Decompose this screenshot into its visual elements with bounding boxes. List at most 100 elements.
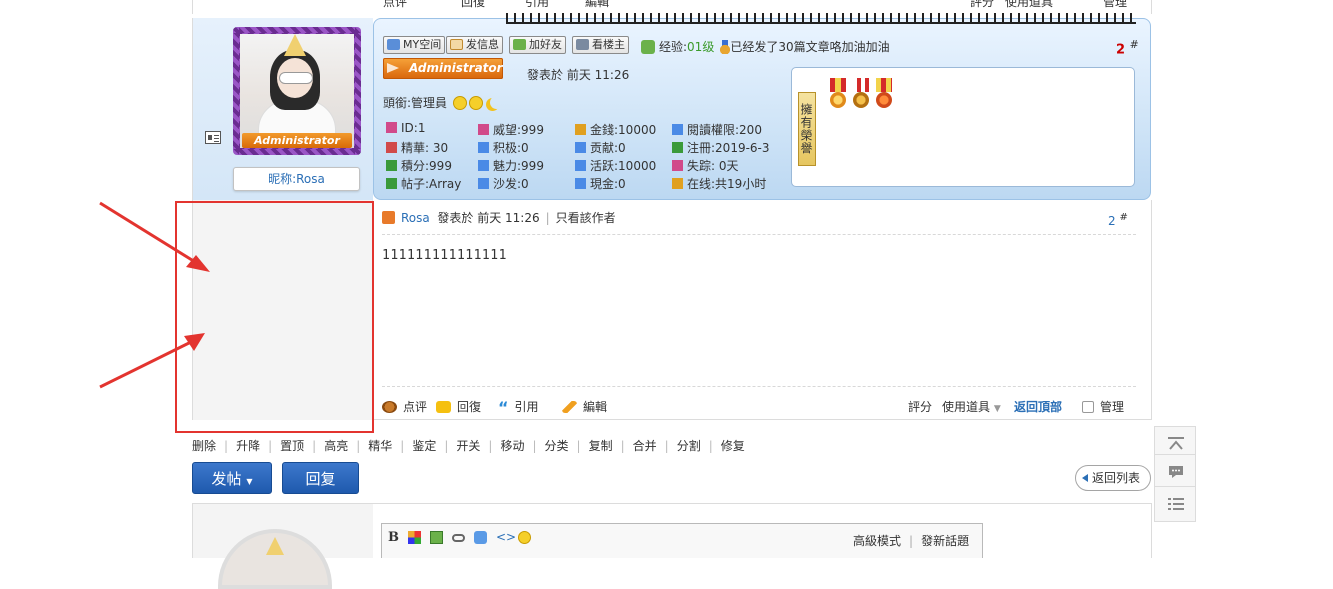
edit-button[interactable]: 編輯 bbox=[562, 398, 607, 415]
moderation-link[interactable]: 移动 bbox=[500, 439, 524, 453]
prev-manage-label[interactable]: 管理 bbox=[1103, 0, 1127, 10]
comment-button[interactable]: 点评 bbox=[382, 398, 427, 415]
speech-bubble-icon bbox=[436, 401, 451, 413]
prev-comment-link[interactable]: 点评 bbox=[383, 0, 407, 10]
stat-icon bbox=[672, 160, 683, 171]
link-separator: | bbox=[444, 439, 449, 453]
add-friend-label: 加好友 bbox=[529, 38, 562, 51]
new-post-button[interactable]: 发帖 ▼ bbox=[192, 462, 272, 494]
stat-icon bbox=[386, 160, 397, 171]
stat-item: 威望:999 bbox=[478, 121, 544, 138]
stat-item: 注冊:2019-6-3 bbox=[672, 139, 770, 156]
quote-bubble-icon[interactable] bbox=[474, 531, 487, 544]
quote-icon: “ bbox=[498, 398, 509, 417]
moderation-link[interactable]: 分类 bbox=[545, 439, 569, 453]
stat-item: 閱讀權限:200 bbox=[672, 121, 762, 138]
profile-card-icon[interactable] bbox=[205, 131, 221, 144]
stat-icon bbox=[478, 178, 489, 189]
view-owner-button[interactable]: 看楼主 bbox=[572, 36, 629, 54]
avatar-admin-badge: Administrator bbox=[242, 133, 352, 148]
moderation-link[interactable]: 删除 bbox=[192, 439, 216, 453]
back-to-list-button[interactable]: 返回列表 bbox=[1075, 465, 1151, 491]
stat-label: 積分:999 bbox=[401, 159, 452, 173]
moderation-link[interactable]: 开关 bbox=[456, 439, 480, 453]
bold-button[interactable]: B bbox=[388, 530, 399, 545]
moderation-link[interactable]: 分割 bbox=[677, 439, 701, 453]
advanced-mode-link[interactable]: 高級模式 bbox=[853, 534, 901, 548]
link-icon[interactable] bbox=[452, 534, 465, 542]
link-separator: | bbox=[576, 439, 581, 453]
image-icon[interactable] bbox=[430, 531, 443, 544]
stat-icon bbox=[478, 124, 489, 135]
home-icon bbox=[387, 39, 400, 50]
add-friend-button[interactable]: 加好友 bbox=[509, 36, 566, 54]
emoji-icon[interactable] bbox=[518, 531, 531, 544]
stat-label: 失踪: 0天 bbox=[687, 159, 739, 173]
medal-icon[interactable] bbox=[874, 78, 894, 112]
reply-main-button[interactable]: 回复 bbox=[282, 462, 359, 494]
moderation-link[interactable]: 高亮 bbox=[324, 439, 348, 453]
post-username[interactable]: Rosa bbox=[401, 211, 430, 225]
only-author-link[interactable]: 只看該作者 bbox=[556, 211, 616, 225]
chat-bubble-icon bbox=[1169, 466, 1183, 478]
manage-checkbox[interactable] bbox=[1082, 401, 1094, 413]
stat-item: 沙发:0 bbox=[478, 175, 529, 192]
stat-icon bbox=[672, 142, 683, 153]
back-to-top-link[interactable]: 返回頂部 bbox=[1014, 398, 1062, 415]
experience-row: 经验:01级 已经发了30篇文章咯加油加油 bbox=[641, 38, 890, 55]
previous-post-footer: 点评 回復 引用 編輯 評分 使用道具 管理 bbox=[192, 0, 1152, 14]
card-posted-time: 發表於 前天 11:26 bbox=[527, 68, 630, 82]
stat-label: 注冊:2019-6-3 bbox=[687, 141, 770, 155]
rate-button[interactable]: 評分 bbox=[908, 398, 932, 415]
my-space-button[interactable]: MY空间 bbox=[383, 36, 446, 54]
moderation-link[interactable]: 修复 bbox=[721, 439, 745, 453]
avatar[interactable] bbox=[240, 34, 354, 148]
stat-icon bbox=[478, 142, 489, 153]
stat-icon bbox=[672, 124, 683, 135]
prev-edit-link[interactable]: 編輯 bbox=[585, 0, 609, 10]
link-separator: | bbox=[708, 439, 713, 453]
annotation-arrows bbox=[99, 201, 210, 389]
nickname-label[interactable]: 昵称:Rosa bbox=[233, 167, 360, 191]
medal-icon[interactable] bbox=[851, 78, 871, 112]
post-floor-number[interactable]: 2 # bbox=[1108, 212, 1128, 228]
post-header-divider bbox=[382, 234, 1136, 235]
quick-reply-tool[interactable] bbox=[1154, 454, 1196, 490]
honor-label: 擁有榮譽 bbox=[798, 92, 816, 166]
quote-button[interactable]: “ 引用 bbox=[498, 398, 539, 417]
stat-icon bbox=[386, 122, 397, 133]
manage-checkbox-row[interactable]: 管理 bbox=[1082, 398, 1124, 415]
link-separator: | bbox=[268, 439, 273, 453]
moderation-link[interactable]: 置顶 bbox=[280, 439, 304, 453]
send-message-label: 发信息 bbox=[466, 38, 499, 51]
moderation-link[interactable]: 复制 bbox=[589, 439, 613, 453]
prev-use-tool-link[interactable]: 使用道具 bbox=[1005, 0, 1053, 10]
list-tool[interactable] bbox=[1154, 486, 1196, 522]
code-icon[interactable]: <> bbox=[496, 531, 516, 544]
moderation-links: 删除 | 升降 | 置顶 | 高亮 | 精华 | 鉴定 | 开关 | 移动 | 分类 | 复制 | 合并 | 分割 | 修复 bbox=[192, 437, 745, 454]
link-separator: | bbox=[400, 439, 405, 453]
use-tool-dropdown[interactable]: 使用道具 ▼ bbox=[942, 398, 1001, 415]
moderation-link[interactable]: 升降 bbox=[236, 439, 260, 453]
floor-number[interactable]: 2 # bbox=[1116, 38, 1139, 57]
color-grid-icon[interactable] bbox=[408, 531, 421, 544]
sun-icon bbox=[452, 96, 467, 110]
post-floor-value: 2 bbox=[1108, 214, 1116, 228]
medal-icon[interactable] bbox=[828, 78, 848, 112]
prev-reply-link[interactable]: 回復 bbox=[461, 0, 485, 10]
new-topic-link[interactable]: 發新話題 bbox=[921, 534, 969, 548]
title-label: 頭銜:管理員 bbox=[383, 96, 448, 110]
scroll-top-icon bbox=[1168, 437, 1184, 450]
stat-icon bbox=[386, 142, 397, 153]
prev-quote-link[interactable]: 引用 bbox=[525, 0, 549, 10]
annotation-arrow-head bbox=[184, 333, 205, 351]
reply-button[interactable]: 回復 bbox=[436, 398, 481, 415]
send-message-button[interactable]: 发信息 bbox=[446, 36, 503, 54]
stat-item: 活跃:10000 bbox=[575, 157, 656, 174]
post-floor-hash: # bbox=[1119, 212, 1128, 223]
prev-rate-link[interactable]: 評分 bbox=[970, 0, 994, 10]
moderation-link[interactable]: 合并 bbox=[633, 439, 657, 453]
moderation-link[interactable]: 鉴定 bbox=[412, 439, 436, 453]
moderation-link[interactable]: 精华 bbox=[368, 439, 392, 453]
link-separator: | bbox=[356, 439, 361, 453]
